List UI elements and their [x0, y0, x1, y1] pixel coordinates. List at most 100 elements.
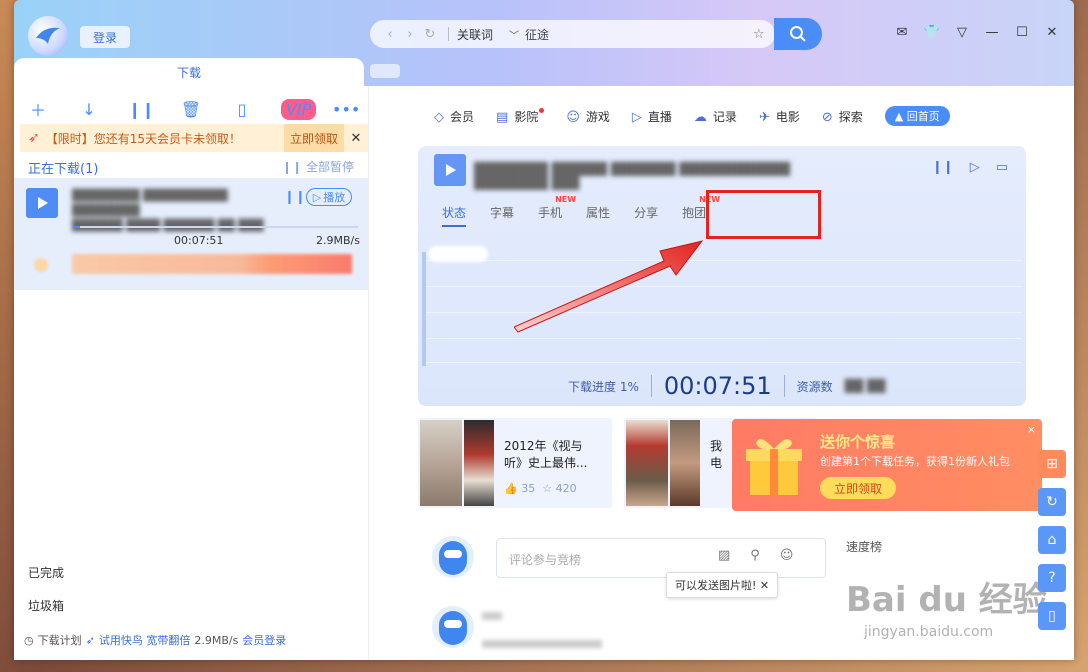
movie-icon: ✈	[758, 109, 770, 125]
home-button[interactable]: ▲ 回首页	[884, 106, 950, 126]
speed-rank-title[interactable]: 速度榜	[846, 538, 882, 555]
login-button[interactable]: 登录	[80, 26, 130, 48]
tab-label: 手机	[538, 206, 563, 220]
tab-downloads[interactable]: 下载	[14, 58, 364, 86]
delete-icon[interactable]: 🗑	[179, 100, 203, 119]
play-icon[interactable]: ▷	[970, 160, 980, 175]
mobile-icon[interactable]: ▯	[1038, 602, 1066, 630]
tab-properties[interactable]: 属性	[586, 204, 610, 227]
recommend-card[interactable]: 2012年《视与 听》史上最伟... 👍 35 ☆ 420	[418, 418, 612, 508]
detail-tabs: 状态 字幕 手机 NEW 属性 分享 抱团 NEW	[442, 195, 720, 227]
gift-box-icon	[746, 439, 802, 495]
poster-image	[420, 420, 462, 506]
gift-icon[interactable]: ⊞	[1038, 450, 1066, 478]
tab-status[interactable]: 状态	[442, 204, 467, 227]
maximize-icon[interactable]: ☐	[1014, 24, 1030, 40]
blurred-comment	[482, 640, 602, 648]
add-icon[interactable]: ＋	[26, 97, 50, 121]
accelerate-bar-blurred[interactable]	[72, 254, 352, 274]
nav-item-explore[interactable]: ⊘ 探索	[822, 108, 863, 125]
item-pause-icon[interactable]: ❙❙	[284, 190, 306, 205]
trial-link[interactable]: 试用快鸟 宽带翻倍	[99, 632, 191, 648]
keyword-selector[interactable]: 关联词	[457, 26, 493, 43]
card-title-line2: 电	[710, 456, 723, 470]
home-icon[interactable]: ⌂	[1038, 526, 1066, 554]
tooltip-close-icon[interactable]: ✕	[760, 579, 769, 592]
like-icon[interactable]: 👍	[504, 482, 518, 495]
watermark-url: jingyan.baidu.com	[864, 624, 994, 640]
download-toolbar: ＋ ↓ ❙❙ 🗑 ▯ VIP •••	[14, 86, 368, 122]
back-icon[interactable]: ‹	[380, 27, 400, 42]
pause-icon[interactable]: ❙❙	[128, 100, 155, 119]
phone-icon[interactable]: ▯	[230, 100, 254, 119]
monitor-icon[interactable]: ▭	[996, 160, 1008, 175]
download-item[interactable]: ████████ ██████████ ██████████████ ████ …	[14, 178, 368, 290]
help-icon[interactable]: ?	[1038, 564, 1066, 592]
tab-subtitles[interactable]: 字幕	[490, 204, 514, 227]
emoji-icon[interactable]: ☺	[780, 548, 794, 563]
gift-claim-button[interactable]: 立即领取	[820, 477, 896, 499]
star-icon[interactable]: ☆	[542, 482, 552, 495]
app-window: 登录 ‹ › ↻ 关联词 ﹀ 征途 ☆ ✉ 👕 ▽ — ☐ ✕ 下载 ＋ ↓ ❙…	[14, 0, 1074, 660]
nav-item-member[interactable]: ◇ 会员	[434, 108, 474, 125]
title-bar: 登录 ‹ › ↻ 关联词 ﹀ 征途 ☆ ✉ 👕 ▽ — ☐ ✕ 下载	[14, 0, 1074, 86]
tab-phone[interactable]: 手机 NEW	[538, 195, 576, 227]
play-button[interactable]: ▷ 播放	[306, 188, 352, 206]
notification-dot	[539, 107, 545, 113]
tab-share[interactable]: 分享	[634, 204, 658, 227]
nav-label: 影院	[514, 109, 539, 124]
close-icon[interactable]: ✕	[1044, 24, 1060, 40]
pause-all-button[interactable]: ❙❙ 全部暂停	[282, 158, 354, 178]
card-info: 2012年《视与 听》史上最伟... 👍 35 ☆ 420	[496, 418, 587, 508]
vip-icon[interactable]: VIP	[281, 98, 317, 120]
more-icon[interactable]: •••	[332, 100, 360, 119]
skin-icon[interactable]: 👕	[924, 24, 940, 40]
nav-item-movie[interactable]: ✈ 电影	[759, 108, 800, 125]
task-stats: 下载进度 1% 00:07:51 资源数 ██ ██	[568, 372, 885, 400]
search-query[interactable]: 征途	[525, 26, 753, 43]
mail-icon[interactable]: ✉	[894, 24, 910, 40]
download-plan-link[interactable]: 下载计划	[38, 632, 82, 648]
card-poster	[418, 418, 496, 508]
menu-icon[interactable]: ▽	[954, 24, 970, 40]
nav-item-live[interactable]: ▷ 直播	[632, 108, 672, 125]
search-button[interactable]	[774, 18, 822, 50]
bookmark-icon[interactable]: ☆	[753, 27, 775, 42]
poster-image	[464, 420, 494, 506]
address-bar[interactable]: ‹ › ↻ 关联词 ﹀ 征途 ☆	[370, 20, 775, 48]
nav-label: 探索	[838, 109, 863, 124]
highlight-box	[706, 190, 821, 239]
promo-claim-button[interactable]: 立即领取	[283, 124, 344, 152]
tab-label: 抱团	[682, 206, 707, 220]
nav-item-games[interactable]: ☺ 游戏	[566, 108, 610, 125]
game-icon: ☺	[566, 109, 580, 125]
nav-item-cinema[interactable]: ▤ 影院	[496, 107, 545, 125]
refresh-icon[interactable]: ↻	[420, 27, 440, 42]
refresh-icon[interactable]: ↻	[1038, 488, 1066, 516]
pause-icon[interactable]: ❙❙	[932, 160, 954, 175]
forward-icon[interactable]: ›	[400, 27, 420, 42]
gift-close-icon[interactable]: ×	[1027, 423, 1036, 436]
search-icon	[790, 26, 806, 42]
grid-line	[422, 286, 1022, 287]
play-label: 播放	[323, 191, 346, 204]
download-icon[interactable]: ↓	[77, 100, 101, 119]
chevron-down-icon[interactable]: ﹀	[509, 27, 519, 42]
promo-close-icon[interactable]: ✕	[344, 131, 368, 146]
nav-item-history[interactable]: ☁ 记录	[694, 108, 737, 125]
link-icon[interactable]: ⚲	[750, 548, 760, 563]
downloading-title[interactable]: 正在下载(1)	[28, 158, 98, 178]
completed-item[interactable]: 已完成	[28, 564, 64, 597]
bird-small-icon: ➶	[85, 633, 95, 647]
member-login-link[interactable]: 会员登录	[242, 632, 286, 648]
minimize-icon[interactable]: —	[984, 24, 1000, 40]
poster-image	[670, 420, 700, 506]
gift-subtitle: 创建第1个下载任务，获得1份新人礼包	[820, 455, 1010, 468]
trash-item[interactable]: 垃圾箱	[28, 597, 64, 630]
image-icon[interactable]: ▨	[718, 548, 730, 563]
downloading-header: 正在下载(1) ❙❙ 全部暂停	[14, 152, 368, 178]
home-label: 回首页	[906, 110, 940, 123]
tab-browser[interactable]	[370, 64, 400, 78]
grid-line	[422, 312, 1022, 313]
tab-group[interactable]: 抱团 NEW	[682, 195, 720, 227]
